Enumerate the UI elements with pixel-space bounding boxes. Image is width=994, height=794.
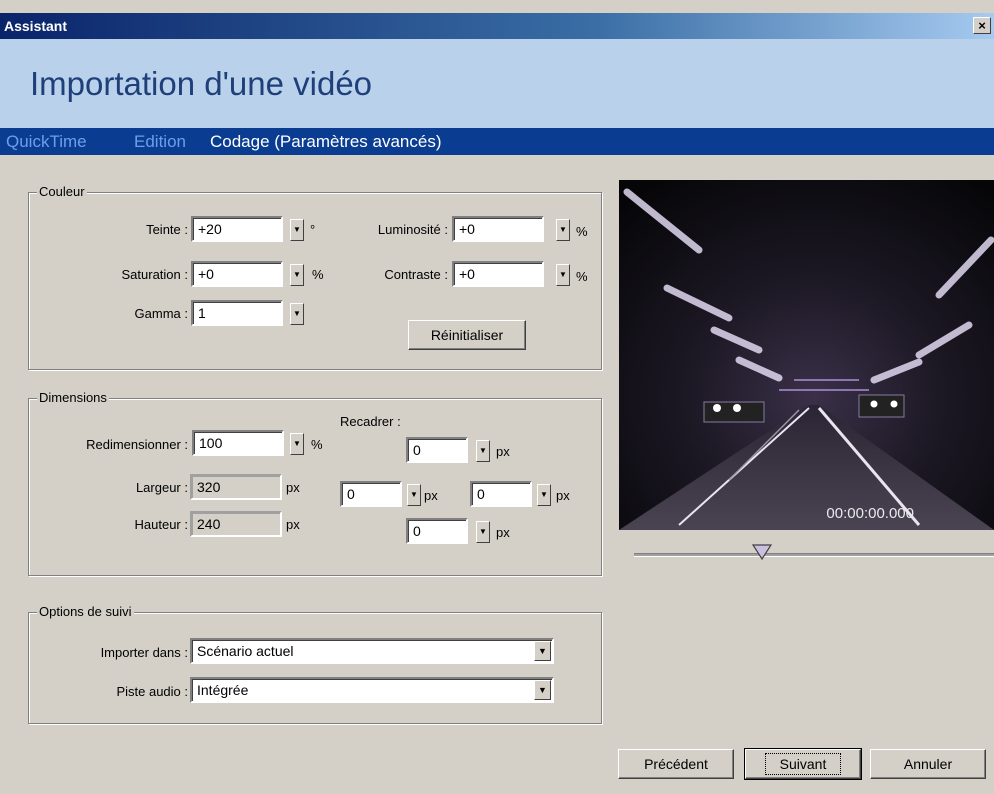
dimensions-legend: Dimensions [37,390,109,405]
recadrer-top-spin-button[interactable]: ▼ [476,440,490,462]
page-title: Importation d'une vidéo [30,65,373,102]
saturation-spin-button[interactable]: ▼ [290,264,304,286]
gamma-spin-button[interactable]: ▼ [290,303,304,325]
tunnel-image [619,180,994,530]
teinte-field[interactable]: +20 [191,216,283,242]
seek-bar[interactable] [634,553,994,557]
redimensionner-unit: % [311,437,323,452]
importer-dans-select[interactable]: Scénario actuel ▼ [190,638,554,664]
step-quicktime[interactable]: QuickTime [6,132,87,152]
contraste-field[interactable]: +0 [452,261,544,287]
recadrer-left-spin-button[interactable]: ▼ [407,484,421,506]
gamma-field[interactable]: 1 [191,300,283,326]
redimensionner-label: Redimensionner : [86,437,188,452]
contraste-label: Contraste : [384,267,448,282]
precedent-button[interactable]: Précédent [618,749,734,779]
teinte-unit: ° [310,222,316,237]
piste-audio-label: Piste audio : [116,684,188,699]
seek-thumb-icon[interactable] [752,544,772,560]
chevron-down-icon[interactable]: ▼ [534,641,551,661]
reinitialiser-button[interactable]: Réinitialiser [408,320,526,350]
saturation-unit: % [312,267,324,282]
step-codage[interactable]: Codage (Paramètres avancés) [210,132,442,152]
luminosite-field[interactable]: +0 [452,216,544,242]
step-edition[interactable]: Edition [134,132,186,152]
recadrer-top-field[interactable]: 0 [406,437,468,463]
recadrer-bottom-unit: px [496,525,510,540]
teinte-spin-button[interactable]: ▼ [290,219,304,241]
piste-audio-select[interactable]: Intégrée ▼ [190,677,554,703]
largeur-field: 320 [190,474,282,500]
recadrer-top-unit: px [496,444,510,459]
saturation-label: Saturation : [121,267,189,282]
luminosite-spin-button[interactable]: ▼ [556,219,570,241]
recadrer-left-unit: px [424,488,438,503]
gamma-label: Gamma : [134,306,188,321]
saturation-field[interactable]: +0 [191,261,283,287]
recadrer-right-spin-button[interactable]: ▼ [537,484,551,506]
recadrer-label: Recadrer : [340,414,401,429]
luminosite-label: Luminosité : [377,222,448,237]
piste-audio-value: Intégrée [197,682,249,698]
largeur-unit: px [286,480,300,495]
hauteur-label: Hauteur : [134,517,188,532]
importer-dans-label: Importer dans : [100,645,188,660]
recadrer-bottom-field[interactable]: 0 [406,518,468,544]
contraste-unit: % [576,269,588,284]
couleur-legend: Couleur [37,184,87,199]
video-preview: 00:00:00.000 [619,180,994,530]
recadrer-right-unit: px [556,488,570,503]
window-titlebar: Assistant × [0,13,994,39]
contraste-spin-button[interactable]: ▼ [556,264,570,286]
window-title: Assistant [4,18,68,34]
hauteur-field: 240 [190,511,282,537]
largeur-label: Largeur : [135,480,188,495]
timecode: 00:00:00.000 [826,505,914,522]
redimensionner-field[interactable]: 100 [192,430,284,456]
options-suivi-group: Options de suivi [28,604,602,724]
importer-dans-value: Scénario actuel [197,643,294,659]
options-suivi-legend: Options de suivi [37,604,134,619]
redimensionner-spin-button[interactable]: ▼ [290,433,304,455]
chevron-down-icon[interactable]: ▼ [534,680,551,700]
recadrer-right-field[interactable]: 0 [470,481,532,507]
teinte-label: Teinte : [146,222,188,237]
close-button[interactable]: × [973,17,991,34]
hauteur-unit: px [286,517,300,532]
recadrer-left-field[interactable]: 0 [340,481,402,507]
wizard-steps: QuickTime Edition Codage (Paramètres ava… [0,128,994,155]
wizard-header: Importation d'une vidéo [0,39,994,128]
suivant-button[interactable]: Suivant [744,748,862,780]
luminosite-unit: % [576,224,588,239]
suivant-label: Suivant [764,753,842,775]
recadrer-bottom-spin-button[interactable]: ▼ [476,521,490,543]
annuler-button[interactable]: Annuler [870,749,986,779]
